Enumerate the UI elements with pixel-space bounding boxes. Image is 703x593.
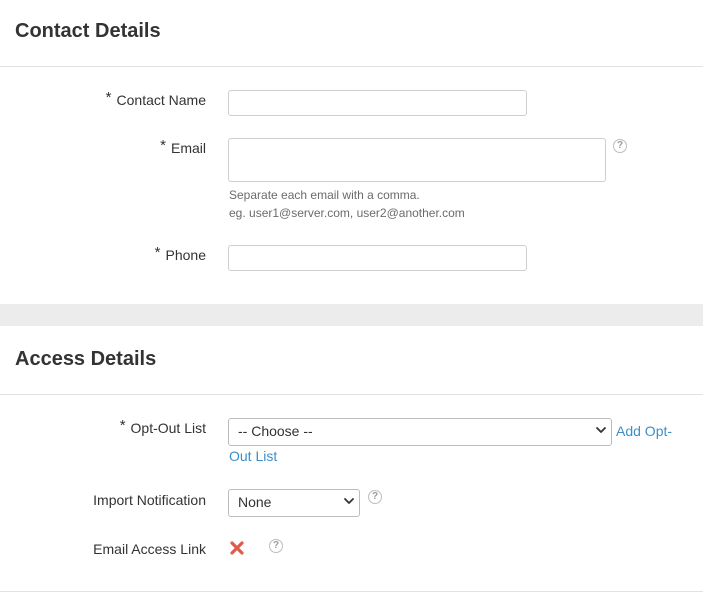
contact-details-section: Contact Details * Contact Name * Email ? S… <box>0 0 703 304</box>
access-details-divider <box>0 394 703 395</box>
email-access-link-help-icon[interactable]: ? <box>269 539 283 553</box>
import-notification-help-icon[interactable]: ? <box>368 490 382 504</box>
chevron-down-icon <box>344 498 354 504</box>
email-help-line-1: Separate each email with a comma. <box>229 188 420 202</box>
optout-list-select[interactable]: -- Choose -- <box>228 418 612 446</box>
access-details-section: Access Details * Opt-Out List -- Choose -… <box>0 326 703 593</box>
email-help-line-2: eg. user1@server.com, user2@another.com <box>229 206 465 220</box>
import-notification-label: Import Notification <box>93 492 206 508</box>
optout-list-label: * Opt-Out List <box>119 417 206 437</box>
close-x-icon[interactable] <box>229 540 245 556</box>
required-marker: * <box>154 244 161 261</box>
import-notification-select[interactable]: None <box>228 489 360 517</box>
email-help-icon[interactable]: ? <box>613 139 627 153</box>
contact-name-label: * Contact Name <box>105 89 206 109</box>
contact-name-input[interactable] <box>228 90 527 116</box>
contact-name-label-text: Contact Name <box>116 92 206 108</box>
required-marker: * <box>160 137 166 154</box>
contact-details-divider <box>0 66 703 67</box>
add-optout-link-line-2: Out List <box>229 448 278 464</box>
required-marker: * <box>105 89 112 106</box>
phone-input[interactable] <box>228 245 527 271</box>
email-label: * Email <box>160 137 206 157</box>
required-marker: * <box>119 417 126 434</box>
add-optout-link-line-1: Add Opt- <box>616 423 673 439</box>
email-textarea[interactable] <box>228 138 606 182</box>
add-optout-list-link[interactable]: Add Opt- Out List <box>229 419 686 469</box>
email-access-link-label: Email Access Link <box>93 541 206 557</box>
optout-list-label-text: Opt-Out List <box>130 420 206 436</box>
chevron-down-icon <box>596 427 606 433</box>
email-label-text: Email <box>170 140 206 156</box>
section-separator-band <box>0 304 703 326</box>
access-details-title: Access Details <box>15 348 157 370</box>
phone-label: * Phone <box>154 244 206 264</box>
contact-details-title: Contact Details <box>15 20 161 42</box>
email-help-text: Separate each email with a comma. eg. us… <box>229 186 465 222</box>
phone-label-text: Phone <box>165 247 206 263</box>
access-details-bottom-divider <box>0 591 703 592</box>
import-notification-selected: None <box>238 494 272 510</box>
optout-list-selected: -- Choose -- <box>238 423 313 439</box>
